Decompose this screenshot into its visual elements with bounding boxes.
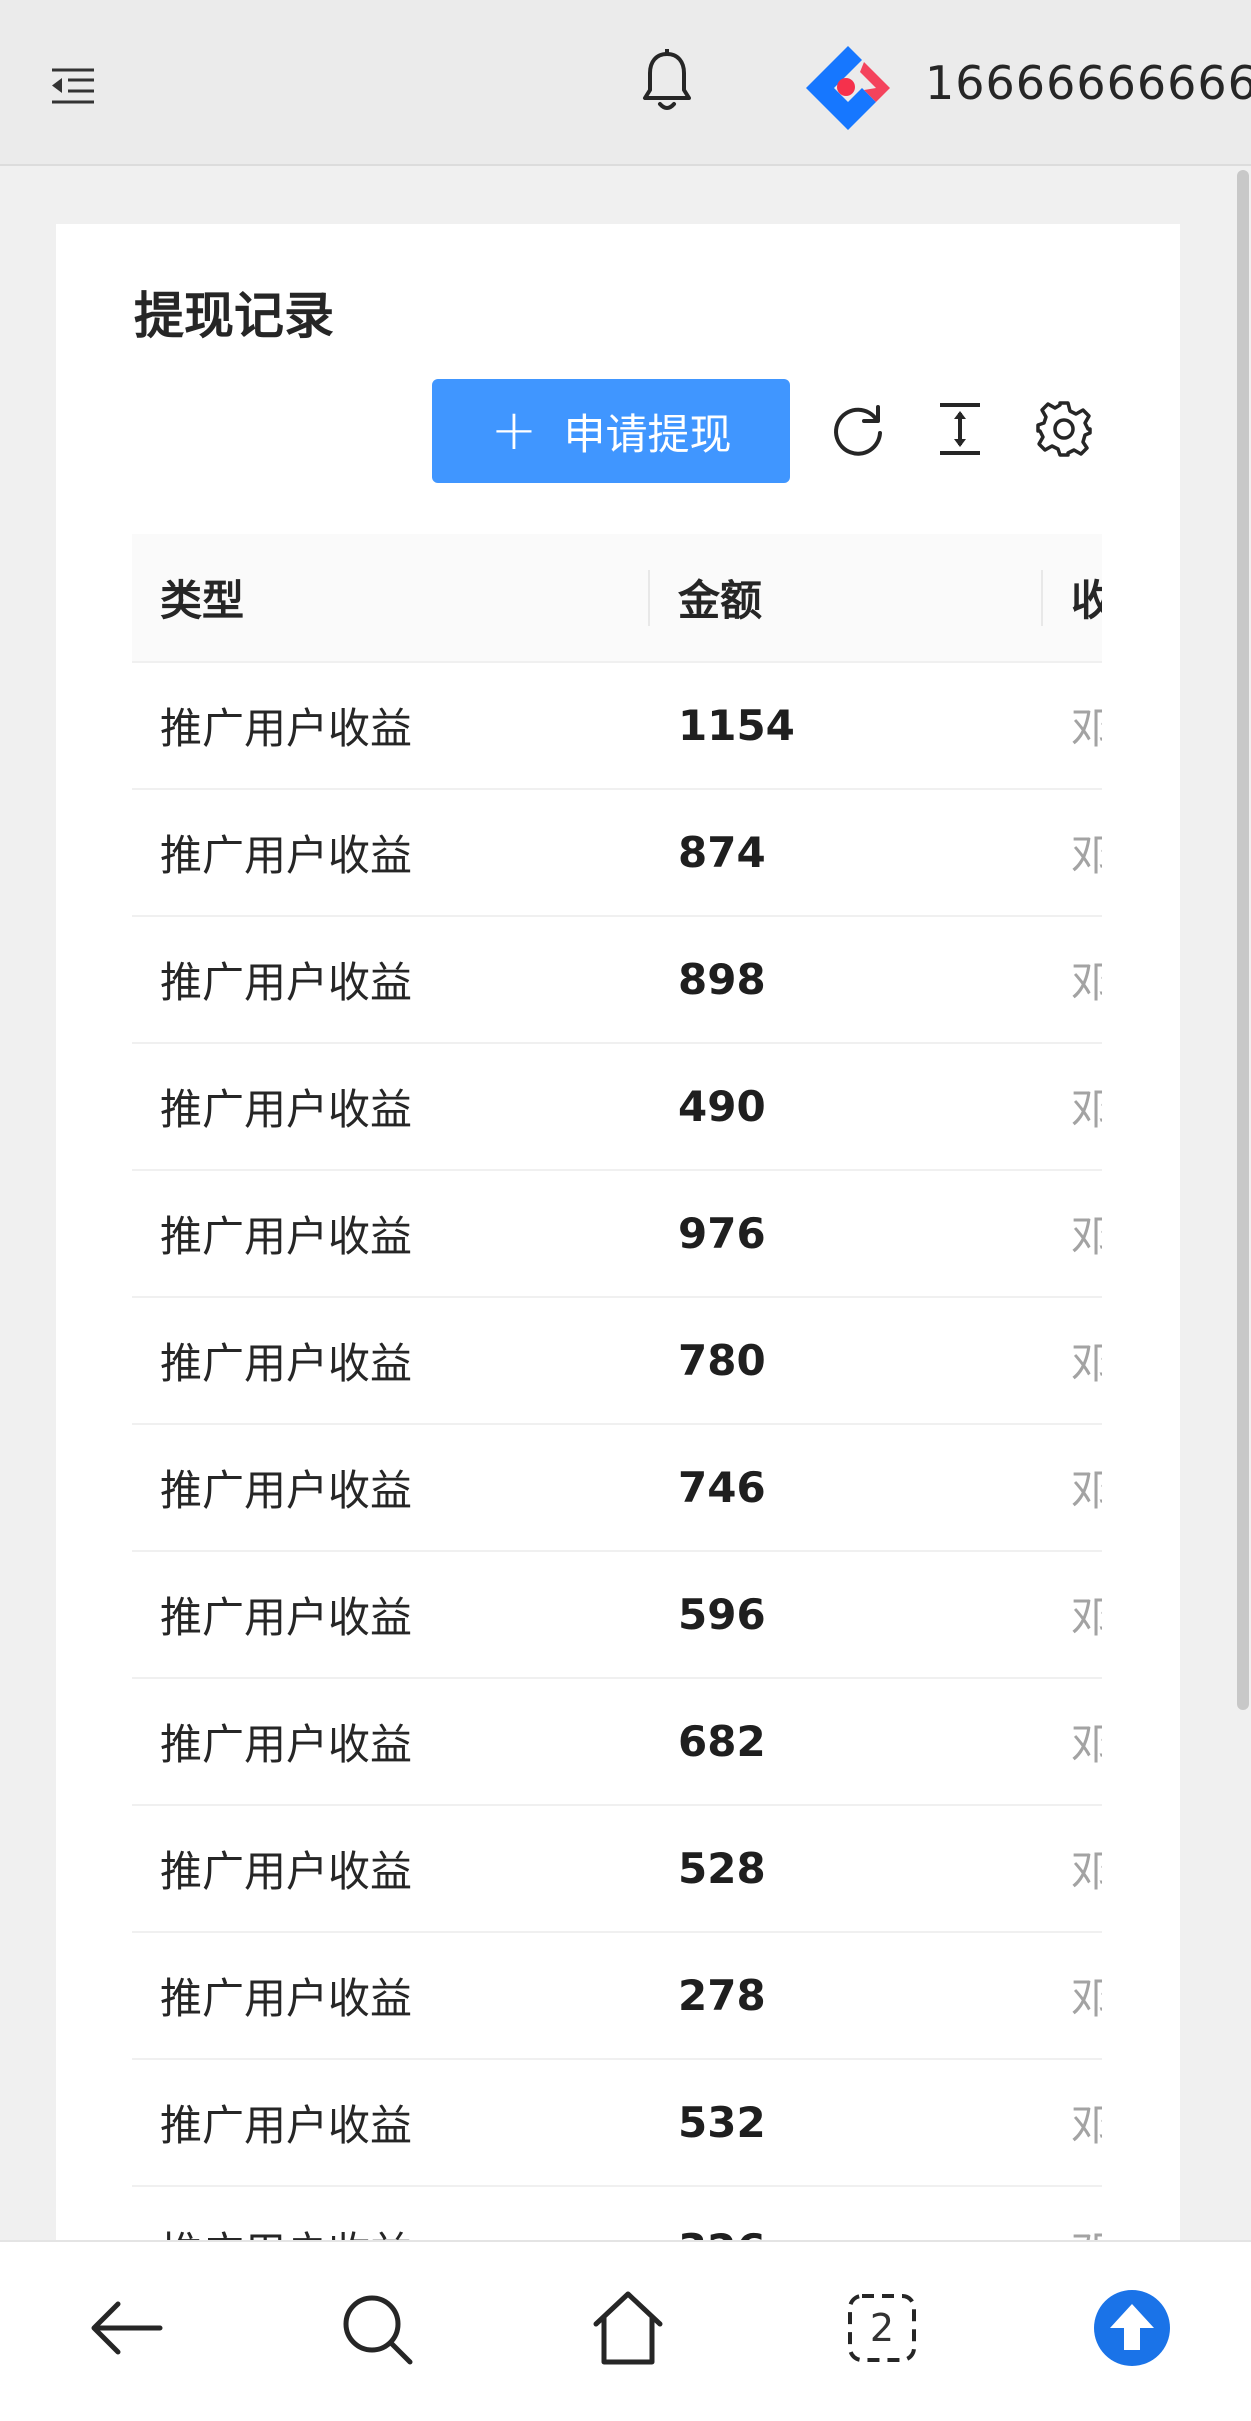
cell-amount: 596 xyxy=(650,1551,1043,1679)
withdrawal-card: 提现记录 + 申请提现 类型 金额 收 推广用户收益1154邓推广用户收益874… xyxy=(56,224,1180,2244)
upload-icon[interactable] xyxy=(1086,2282,1178,2374)
tabs-count: 2 xyxy=(869,2306,895,2350)
cell-partial: 邓 xyxy=(1043,2059,1102,2187)
cell-amount: 746 xyxy=(650,1424,1043,1552)
cell-amount: 532 xyxy=(650,2059,1043,2187)
bell-icon[interactable] xyxy=(638,48,696,114)
cell-type: 推广用户收益 xyxy=(132,1170,650,1298)
cell-type: 推广用户收益 xyxy=(132,1805,650,1933)
cell-type: 推广用户收益 xyxy=(132,1551,650,1679)
cell-type: 推广用户收益 xyxy=(132,1297,650,1425)
cell-partial: 邓 xyxy=(1043,789,1102,917)
cell-partial: 邓 xyxy=(1043,1424,1102,1552)
cell-partial: 邓 xyxy=(1043,1551,1102,1679)
cell-amount: 528 xyxy=(650,1805,1043,1933)
cell-type: 推广用户收益 xyxy=(132,2059,650,2187)
cell-type: 推广用户收益 xyxy=(132,916,650,1044)
table-row[interactable]: 推广用户收益596邓 xyxy=(132,1551,1102,1679)
cell-amount: 682 xyxy=(650,1678,1043,1806)
menu-fold-icon[interactable] xyxy=(48,64,98,108)
page-scrollbar-thumb[interactable] xyxy=(1237,170,1249,1710)
apply-withdrawal-label: 申请提现 xyxy=(563,409,732,459)
cell-amount: 490 xyxy=(650,1043,1043,1171)
cell-type: 推广用户收益 xyxy=(132,1932,650,2060)
cell-partial: 邓 xyxy=(1043,1932,1102,2060)
home-icon[interactable] xyxy=(582,2282,674,2374)
arrow-left-icon[interactable] xyxy=(80,2282,172,2374)
apply-withdrawal-button[interactable]: + 申请提现 xyxy=(432,379,790,483)
cell-partial: 邓 xyxy=(1043,1043,1102,1171)
tabs-button[interactable]: 2 xyxy=(836,2282,928,2374)
cell-amount: 278 xyxy=(650,1932,1043,2060)
cell-type: 推广用户收益 xyxy=(132,1424,650,1552)
setting-icon[interactable] xyxy=(1034,399,1094,459)
column-header-amount[interactable]: 金额 xyxy=(650,534,1043,663)
table-row[interactable]: 推广用户收益682邓 xyxy=(132,1678,1102,1806)
top-header: 16666666666 xyxy=(0,0,1251,166)
cell-amount: 780 xyxy=(650,1297,1043,1425)
cell-partial: 邓 xyxy=(1043,2186,1102,2244)
cell-amount: 1154 xyxy=(650,662,1043,790)
table-row[interactable]: 推广用户收益1154邓 xyxy=(132,662,1102,790)
cell-amount: 326 xyxy=(650,2186,1043,2244)
table-row[interactable]: 推广用户收益278邓 xyxy=(132,1932,1102,2060)
cell-type: 推广用户收益 xyxy=(132,1043,650,1171)
cell-partial: 邓 xyxy=(1043,662,1102,790)
search-icon[interactable] xyxy=(330,2282,422,2374)
table-row[interactable]: 推广用户收益898邓 xyxy=(132,916,1102,1044)
cell-partial: 邓 xyxy=(1043,1805,1102,1933)
table-row[interactable]: 推广用户收益326邓 xyxy=(132,2186,1102,2244)
column-height-icon[interactable] xyxy=(930,399,990,459)
cell-partial: 邓 xyxy=(1043,916,1102,1044)
cell-partial: 邓 xyxy=(1043,1297,1102,1425)
cell-amount: 976 xyxy=(650,1170,1043,1298)
page-title: 提现记录 xyxy=(134,287,334,345)
user-phone[interactable]: 16666666666 xyxy=(925,56,1251,110)
cell-partial: 邓 xyxy=(1043,1170,1102,1298)
cell-type: 推广用户收益 xyxy=(132,1678,650,1806)
cell-type: 推广用户收益 xyxy=(132,2186,650,2244)
cell-type: 推广用户收益 xyxy=(132,662,650,790)
cell-amount: 898 xyxy=(650,916,1043,1044)
table-row[interactable]: 推广用户收益780邓 xyxy=(132,1297,1102,1425)
table-row[interactable]: 推广用户收益490邓 xyxy=(132,1043,1102,1171)
column-header-partial[interactable]: 收 xyxy=(1043,534,1102,663)
cell-amount: 874 xyxy=(650,789,1043,917)
brand-logo xyxy=(806,46,890,130)
table-row[interactable]: 推广用户收益532邓 xyxy=(132,2059,1102,2187)
plus-icon: + xyxy=(490,398,538,463)
table-row[interactable]: 推广用户收益976邓 xyxy=(132,1170,1102,1298)
table-header-row: 类型 金额 收 xyxy=(132,534,1102,663)
table-row[interactable]: 推广用户收益746邓 xyxy=(132,1424,1102,1552)
withdrawal-table[interactable]: 类型 金额 收 推广用户收益1154邓推广用户收益874邓推广用户收益898邓推… xyxy=(132,534,1102,2244)
table-row[interactable]: 推广用户收益874邓 xyxy=(132,789,1102,917)
cell-partial: 邓 xyxy=(1043,1678,1102,1806)
table-row[interactable]: 推广用户收益528邓 xyxy=(132,1805,1102,1933)
browser-bottom-nav: 2 xyxy=(0,2240,1251,2421)
column-header-type[interactable]: 类型 xyxy=(132,534,650,663)
cell-type: 推广用户收益 xyxy=(132,789,650,917)
reload-icon[interactable] xyxy=(828,399,888,459)
